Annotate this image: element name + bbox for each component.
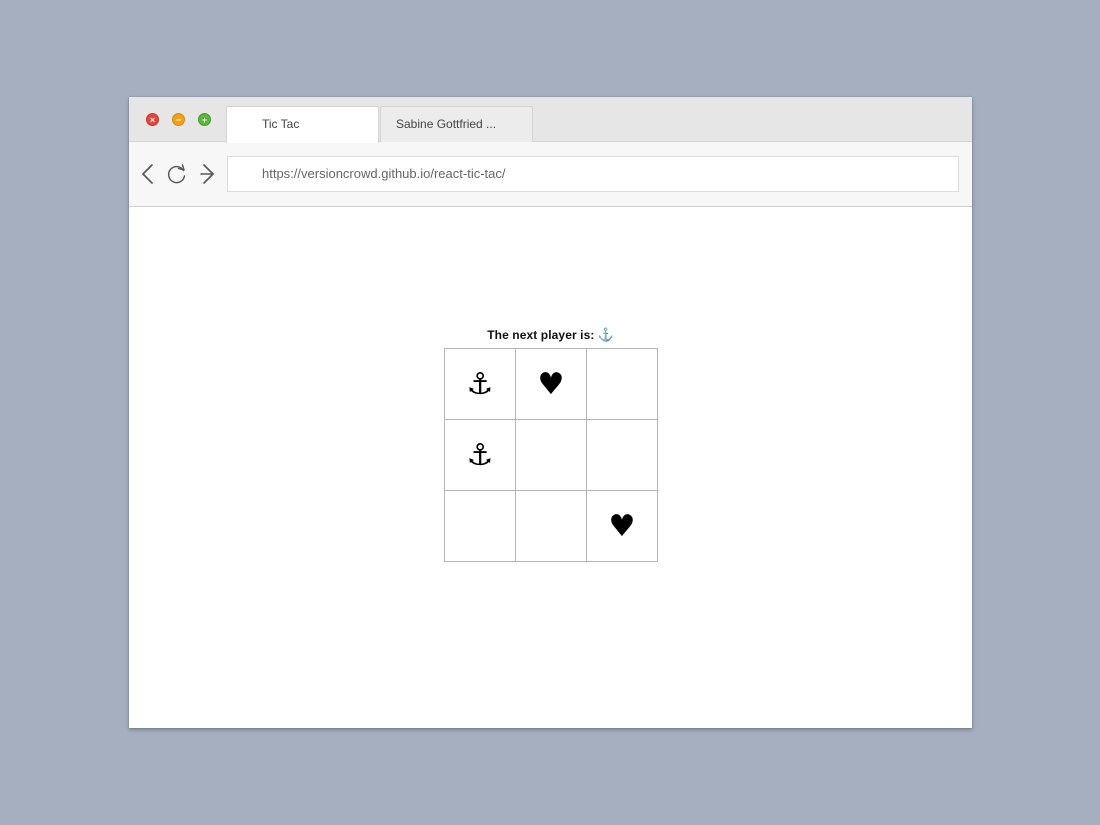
game-board: ⚓ ♥ ⚓ ♥ — [444, 348, 658, 562]
board-cell[interactable]: ♥ — [516, 349, 587, 420]
back-button[interactable] — [138, 162, 158, 186]
tab-label: Tic Tac — [262, 117, 300, 131]
board-cell[interactable]: ⚓ — [445, 349, 516, 420]
browser-window: × − + Tic Tac Sabine Gottfried ... https… — [129, 97, 972, 728]
tab-sabine-gottfried[interactable]: Sabine Gottfried ... — [380, 106, 533, 142]
next-player-anchor-icon: ⚓ — [597, 327, 614, 342]
minimize-window-button[interactable]: − — [172, 113, 185, 126]
forward-button[interactable] — [198, 162, 218, 186]
status-label: The next player is: — [487, 328, 595, 342]
board-cell[interactable] — [587, 349, 657, 420]
board-cell[interactable] — [516, 491, 587, 561]
board-cell[interactable] — [587, 420, 657, 491]
reload-icon — [167, 164, 186, 184]
board-cell[interactable] — [445, 491, 516, 561]
browser-toolbar: https://versioncrowd.github.io/react-tic… — [129, 142, 972, 207]
page-content: The next player is: ⚓ ⚓ ♥ ⚓ ♥ — [129, 207, 972, 728]
tab-bar: × − + Tic Tac Sabine Gottfried ... — [129, 97, 972, 143]
address-bar[interactable]: https://versioncrowd.github.io/react-tic… — [227, 156, 959, 192]
arrow-left-icon — [142, 164, 153, 184]
tab-label: Sabine Gottfried ... — [396, 117, 497, 131]
minimize-icon: − — [175, 115, 182, 125]
url-text: https://versioncrowd.github.io/react-tic… — [262, 166, 506, 181]
maximize-icon: + — [201, 115, 208, 125]
maximize-window-button[interactable]: + — [198, 113, 211, 126]
close-window-button[interactable]: × — [146, 113, 159, 126]
game-status: The next player is: ⚓ — [129, 327, 972, 343]
tab-tic-tac[interactable]: Tic Tac — [226, 106, 379, 143]
close-icon: × — [149, 115, 156, 125]
board-cell[interactable]: ⚓ — [445, 420, 516, 491]
board-cell[interactable]: ♥ — [587, 491, 657, 561]
board-cell[interactable] — [516, 420, 587, 491]
arrow-right-icon — [200, 164, 214, 184]
reload-button[interactable] — [167, 162, 187, 186]
